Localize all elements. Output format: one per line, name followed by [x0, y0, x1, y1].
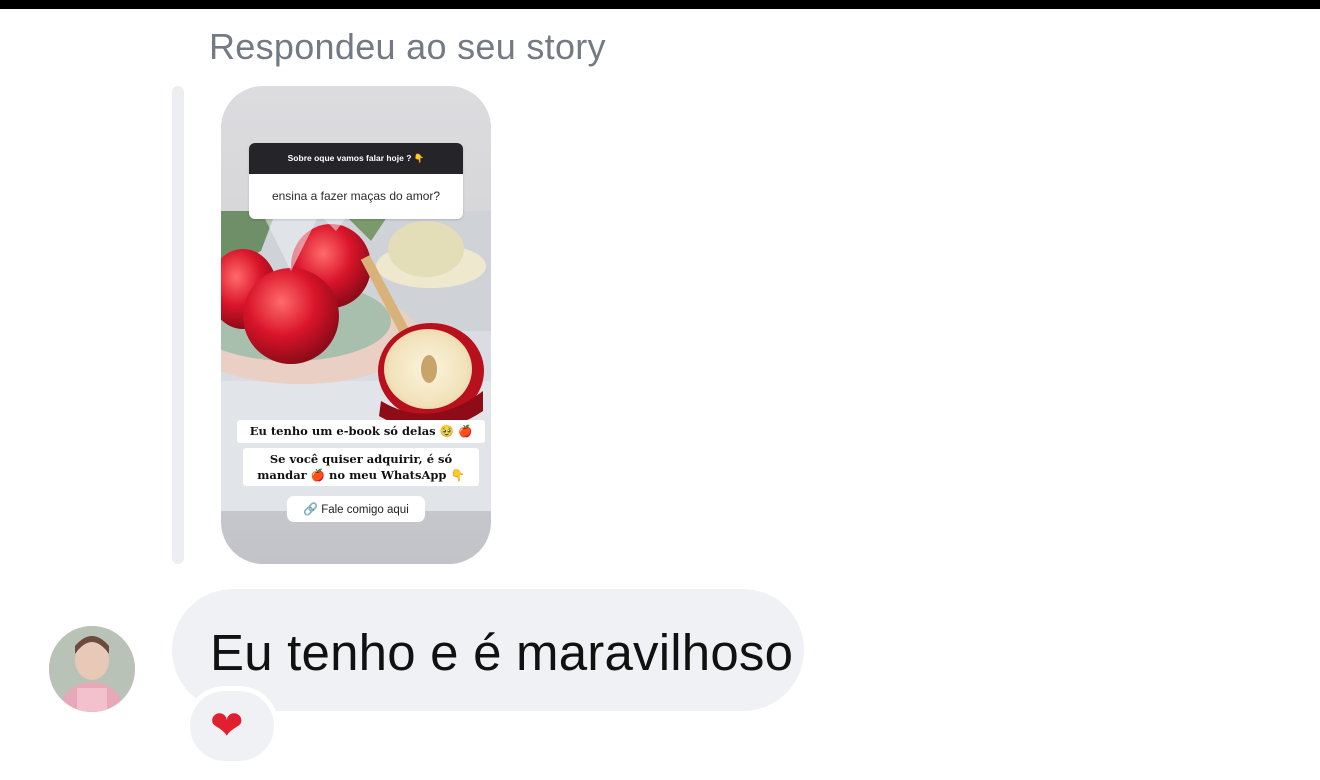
story-caption-2: Se você quiser adquirir, é só mandar 🍎 n… — [243, 448, 479, 486]
story-reply-label: Respondeu ao seu story — [209, 26, 606, 67]
story-caption-1: Eu tenho um e-book só delas 🥹 🍎 — [237, 420, 485, 443]
link-sticker-label: Fale comigo aqui — [321, 504, 409, 516]
quote-bar — [172, 86, 184, 564]
heart-icon: ❤ — [210, 703, 244, 749]
reaction-badge[interactable]: ❤ — [185, 686, 279, 766]
question-sticker: Sobre oque vamos falar hoje ? 👇 ensina a… — [249, 143, 463, 219]
question-header: Sobre oque vamos falar hoje ? 👇 — [249, 143, 463, 174]
message-bubble[interactable]: Eu tenho e é maravilhoso — [172, 589, 804, 711]
story-caption-2-line-a: Se você quiser adquirir, é só — [269, 452, 453, 466]
avatar[interactable] — [49, 626, 135, 712]
top-status-strip — [0, 0, 1320, 9]
question-answer: ensina a fazer maças do amor? — [271, 189, 441, 203]
avatar-image — [49, 626, 135, 712]
link-sticker[interactable]: 🔗 Fale comigo aqui — [287, 496, 425, 522]
story-preview[interactable]: Sobre oque vamos falar hoje ? 👇 ensina a… — [221, 86, 491, 564]
link-icon: 🔗 — [303, 502, 319, 516]
story-caption-2-line-b: mandar 🍎 no meu WhatsApp 👇 — [257, 468, 465, 482]
message-text: Eu tenho e é maravilhoso — [210, 624, 794, 681]
